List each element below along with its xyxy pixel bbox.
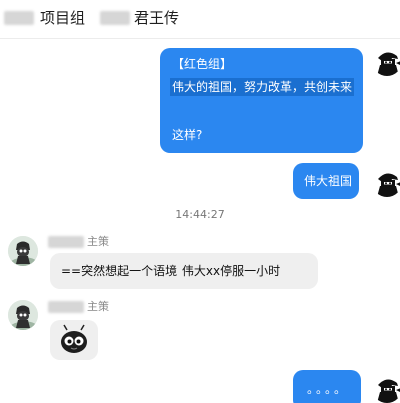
sender-name: 主策 — [48, 298, 109, 314]
chat-title-part1: 项目组 — [40, 9, 86, 27]
message-line: 这样? — [172, 128, 203, 142]
character-avatar-icon[interactable] — [8, 236, 38, 266]
message-line: 【红色组】 — [172, 57, 233, 71]
ninja-avatar-icon[interactable] — [372, 167, 400, 197]
ninja-avatar-icon[interactable] — [372, 373, 400, 403]
blurred-text — [100, 11, 130, 25]
message-text: 。。。。 — [307, 382, 350, 396]
message-bubble-sent[interactable]: 伟大祖国 — [293, 163, 359, 199]
message-line-selected: 伟大的祖国，努力改革，共创未来 — [170, 78, 355, 96]
chat-window: 项目组 君王传 【红色组】 伟大的祖国，努力改革，共创未来 这样? 伟大祖国 1… — [0, 0, 400, 403]
sender-name: 主策 — [48, 233, 109, 249]
message-text: 伟大祖国 — [304, 174, 353, 188]
message-text: ==突然想起一个语境 伟大xx停服一小时 — [61, 264, 281, 278]
message-timestamp: 14:44:27 — [175, 208, 225, 221]
message-bubble-sent[interactable]: 。。。。 — [293, 370, 361, 403]
sender-role: 主策 — [87, 300, 109, 313]
character-avatar-icon[interactable] — [8, 300, 38, 330]
sender-role: 主策 — [87, 235, 109, 248]
message-bubble-received[interactable]: ==突然想起一个语境 伟大xx停服一小时 — [50, 253, 318, 289]
message-bubble-sticker[interactable] — [50, 320, 98, 360]
chat-header: 项目组 君王传 — [0, 0, 400, 39]
chat-title-part2: 君王传 — [134, 9, 180, 27]
ninja-avatar-icon[interactable] — [372, 46, 400, 76]
message-bubble-sent[interactable]: 【红色组】 伟大的祖国，努力改革，共创未来 这样? — [160, 48, 363, 153]
blurred-text — [48, 236, 84, 248]
blurred-text — [4, 11, 34, 25]
blurred-text — [48, 301, 84, 313]
bug-eyed-sticker-icon — [61, 324, 87, 353]
